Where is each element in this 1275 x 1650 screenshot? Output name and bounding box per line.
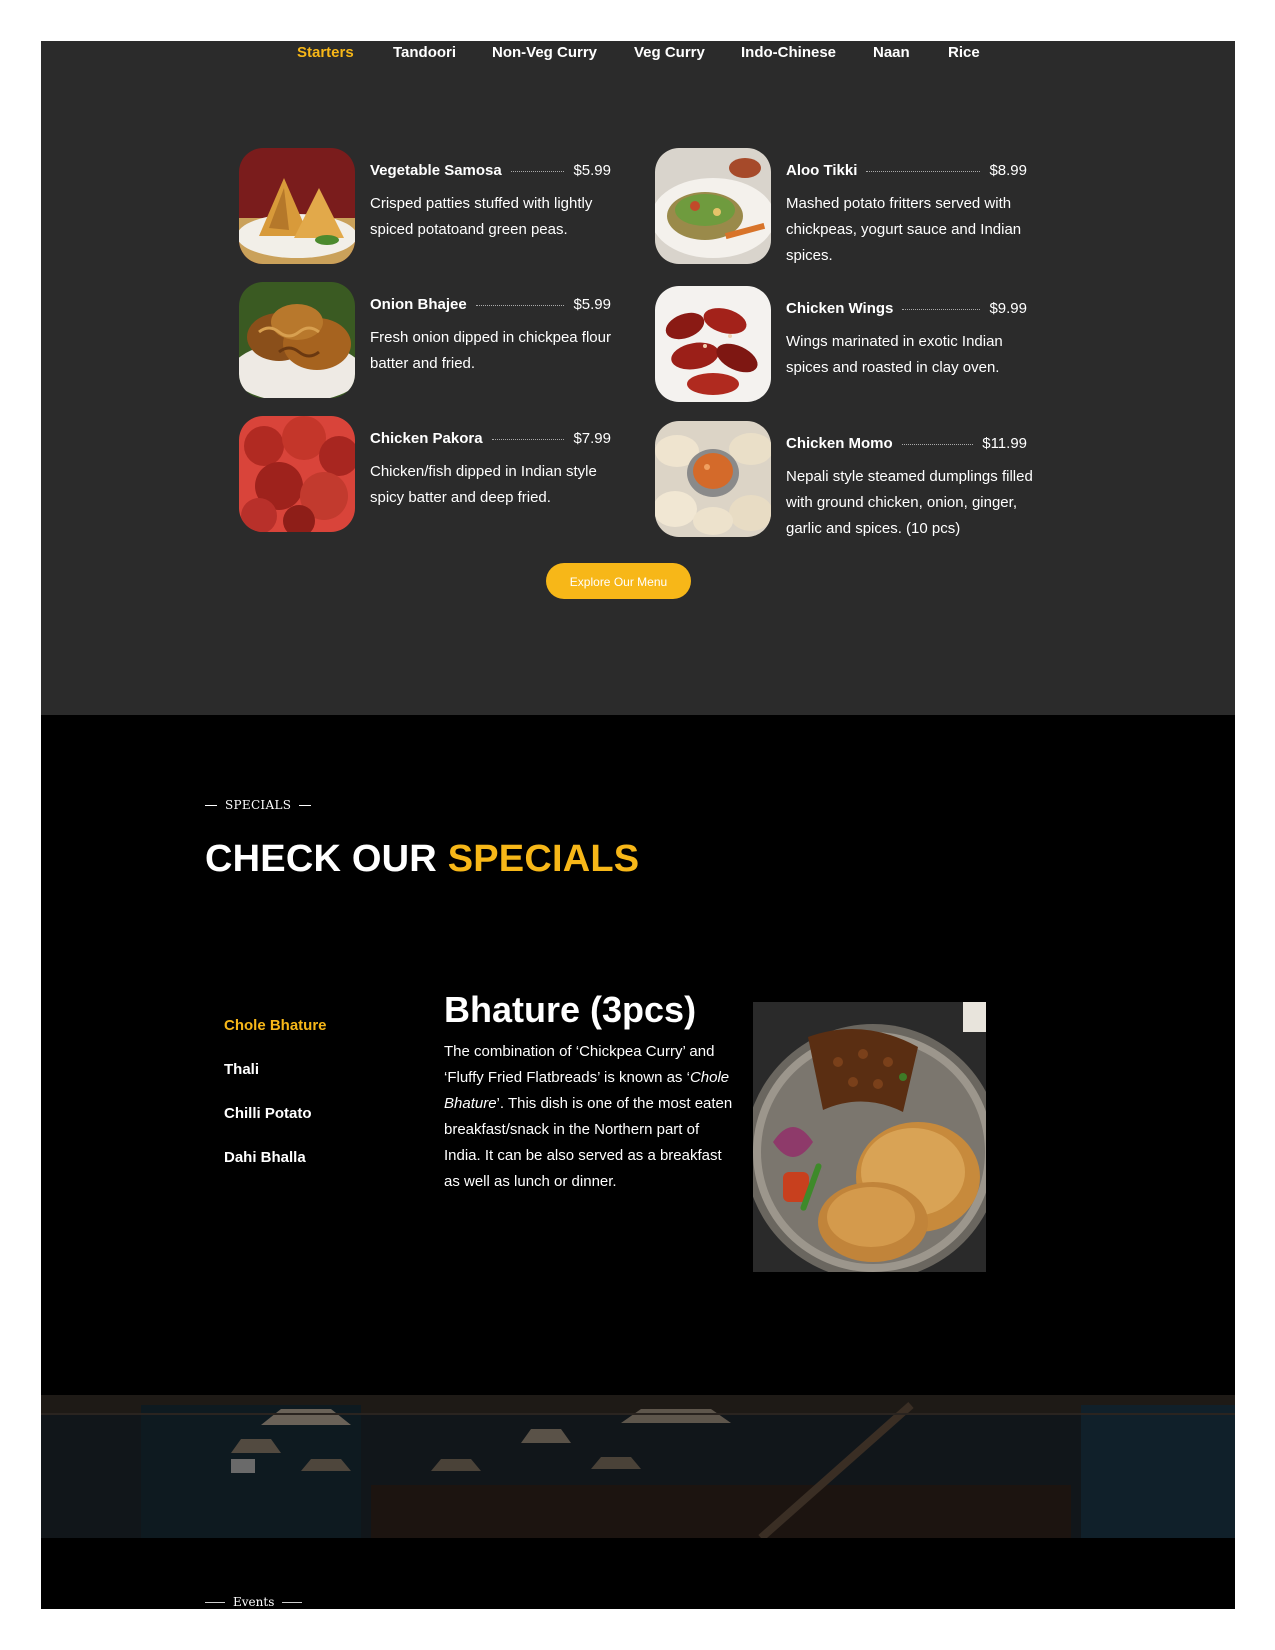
- chicken-pakora-photo: [239, 416, 355, 532]
- onion-bhajee-photo: [239, 282, 355, 398]
- events-kicker: Events: [205, 1595, 310, 1609]
- specials-item-chole-bhature[interactable]: Chole Bhature: [224, 1017, 327, 1034]
- item-name: Chicken Momo: [786, 434, 893, 452]
- samosa-photo: [239, 148, 355, 264]
- events-kicker-label: Events: [233, 1595, 275, 1609]
- tab-veg-curry[interactable]: Veg Curry: [634, 44, 705, 61]
- tab-indo-chinese[interactable]: Indo-Chinese: [741, 44, 836, 61]
- item-price: $9.99: [989, 299, 1027, 317]
- item-description: Crisped patties stuffed with lightly spi…: [370, 195, 593, 238]
- price-leader: [902, 308, 981, 310]
- kicker-dash: [299, 804, 312, 806]
- specials-item-thali[interactable]: Thali: [224, 1061, 259, 1078]
- item-description: Fresh onion dipped in chickpea flour bat…: [370, 329, 611, 372]
- chole-bhature-photo: [753, 1002, 986, 1272]
- chicken-momo-photo: [655, 421, 771, 537]
- kicker-dash: [282, 1601, 303, 1603]
- chicken-wings-photo: [655, 286, 771, 402]
- item-description: Nepali style steamed dumplings filled wi…: [786, 468, 1033, 537]
- restaurant-interior-photo: [41, 1395, 1235, 1538]
- item-price: $8.99: [989, 161, 1027, 179]
- dish-desc-part-1: The combination of ‘Chickpea Curry’ and …: [444, 1043, 715, 1086]
- price-leader: [866, 170, 981, 172]
- tab-naan[interactable]: Naan: [873, 44, 910, 61]
- heading-part-1: CHECK OUR: [205, 838, 448, 880]
- tab-tandoori[interactable]: Tandoori: [393, 44, 456, 61]
- specials-kicker-label: SPECIALS: [225, 798, 292, 812]
- item-description: Mashed potato fritters served with chick…: [786, 195, 1022, 264]
- price-leader: [475, 304, 565, 306]
- menu-category-tabs: Starters Tandoori Non-Veg Curry Veg Curr…: [41, 41, 1235, 69]
- price-leader: [510, 170, 565, 172]
- specials-kicker: SPECIALS: [205, 798, 319, 812]
- kicker-dash: [205, 804, 217, 806]
- item-price: $7.99: [573, 429, 611, 447]
- item-name: Chicken Wings: [786, 299, 894, 317]
- price-leader: [901, 443, 974, 445]
- dish-title: Bhature (3pcs): [444, 989, 697, 1030]
- specials-item-chilli-potato[interactable]: Chilli Potato: [224, 1105, 312, 1122]
- menu-section: Starters Tandoori Non-Veg Curry Veg Curr…: [41, 41, 1235, 715]
- kicker-dash: [205, 1601, 225, 1603]
- item-price: $5.99: [573, 161, 611, 179]
- heading-part-2: SPECIALS: [447, 838, 640, 880]
- specials-item-dahi-bhalla[interactable]: Dahi Bhalla: [224, 1149, 306, 1166]
- item-price: $5.99: [573, 295, 611, 313]
- tab-non-veg-curry[interactable]: Non-Veg Curry: [492, 44, 597, 61]
- specials-heading: CHECK OUR SPECIALS: [205, 838, 639, 881]
- item-name: Onion Bhajee: [370, 295, 467, 313]
- item-name: Vegetable Samosa: [370, 161, 502, 179]
- item-price: $11.99: [982, 434, 1027, 452]
- item-description: Wings marinated in exotic Indian spices …: [786, 333, 1003, 376]
- item-name: Aloo Tikki: [786, 161, 858, 179]
- explore-menu-button[interactable]: Explore Our Menu: [546, 563, 691, 599]
- item-description: Chicken/fish dipped in Indian style spic…: [370, 463, 597, 506]
- aloo-tikki-photo: [655, 148, 771, 264]
- page-frame: Starters Tandoori Non-Veg Curry Veg Curr…: [41, 41, 1235, 1609]
- dish-description: The combination of ‘Chickpea Curry’ and …: [444, 1039, 734, 1195]
- item-name: Chicken Pakora: [370, 429, 483, 447]
- tab-starters[interactable]: Starters: [297, 44, 354, 61]
- tab-rice[interactable]: Rice: [948, 44, 980, 61]
- price-leader: [491, 438, 565, 440]
